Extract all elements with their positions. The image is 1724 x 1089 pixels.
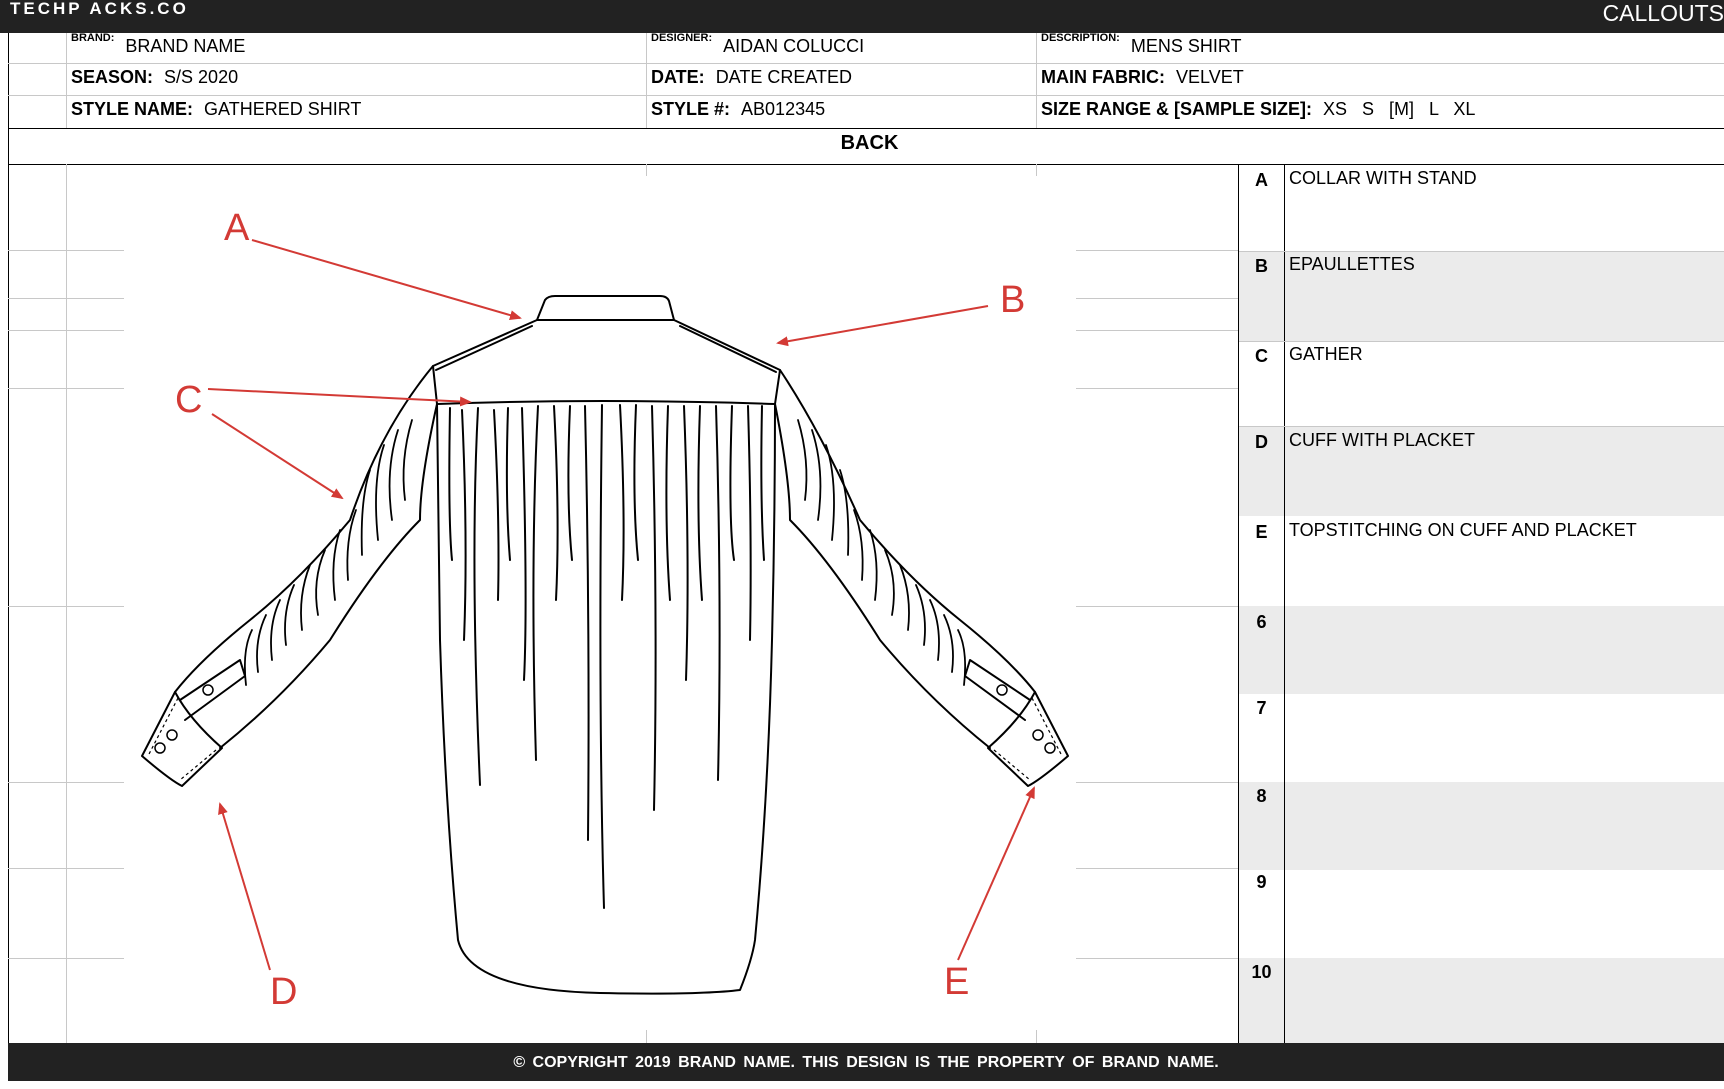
shirt-outline — [141, 295, 1069, 995]
arrow-b — [776, 305, 989, 347]
arrow-e — [957, 786, 1035, 961]
button-icon — [154, 742, 166, 754]
collar-stand — [536, 295, 675, 321]
arrow-a — [251, 239, 522, 321]
callout-letter-b: B — [1000, 279, 1025, 321]
button-icon — [202, 684, 214, 696]
footer-bar: © COPYRIGHT 2019 BRAND NAME. THIS DESIGN… — [8, 1043, 1724, 1081]
right-sleeve-outer — [779, 369, 1036, 693]
button-icon — [1032, 729, 1044, 741]
callout-letter-d: D — [270, 971, 297, 1013]
sleeve-gathers — [243, 419, 967, 686]
cuff-topstitching — [147, 697, 1063, 781]
garment-sketch: A B C D E — [141, 207, 1069, 1013]
body-gathers — [448, 404, 765, 909]
callout-letter-a: A — [224, 207, 250, 249]
epaulette-right — [679, 325, 777, 373]
right-sleeve-inner — [774, 403, 991, 749]
arrow-d — [218, 802, 271, 971]
shirt-body — [436, 403, 776, 995]
button-icon — [1044, 742, 1056, 754]
callout-letter-e: E — [944, 961, 969, 1003]
copyright-text: © COPYRIGHT 2019 BRAND NAME. THIS DESIGN… — [513, 1054, 1219, 1071]
callout-arrows — [207, 239, 1035, 971]
back-yoke — [432, 319, 781, 405]
cuff-buttons — [154, 684, 1056, 754]
left-cuff — [141, 691, 223, 787]
epaulette-left — [435, 325, 533, 371]
callout-letter-c: C — [175, 379, 202, 421]
button-icon — [996, 684, 1008, 696]
bottom-margin — [0, 1081, 1724, 1089]
button-icon — [166, 729, 178, 741]
arrow-c1 — [207, 388, 472, 407]
right-cuff — [987, 691, 1069, 787]
arrow-c2 — [211, 413, 344, 500]
